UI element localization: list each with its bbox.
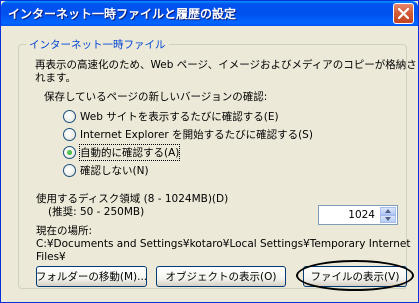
disk-space-recommended: (推奨: 50 - 250MB) xyxy=(48,206,145,218)
radio-button-selected[interactable] xyxy=(63,145,76,159)
radio-button[interactable] xyxy=(63,127,76,141)
spin-buttons xyxy=(380,207,396,223)
current-location-label: 現在の場所: xyxy=(36,225,93,237)
radio-every-start[interactable]: Internet Explorer を開始するたびに確認する(S) xyxy=(63,127,313,141)
radio-every-visit[interactable]: Web サイトを表示するたびに確認する(E) xyxy=(63,109,279,123)
spin-up-button[interactable] xyxy=(380,207,396,215)
window-title: インターネット一時ファイルと履歴の設定 xyxy=(8,7,237,21)
current-location-path: C:¥Documents and Settings¥kotaro¥Local S… xyxy=(36,238,411,250)
radio-automatic[interactable]: 自動的に確認する(A) xyxy=(63,143,181,161)
disk-space-value[interactable]: 1024 xyxy=(348,209,375,221)
check-new-version-label: 保存しているページの新しいバージョンの確認: xyxy=(44,91,268,103)
group-legend: インターネット一時ファイル xyxy=(26,37,169,52)
radio-label: 自動的に確認する(A) xyxy=(78,143,181,161)
disk-space-stepper[interactable]: 1024 xyxy=(318,205,398,225)
title-bar[interactable]: インターネット一時ファイルと履歴の設定 xyxy=(1,1,418,26)
spin-down-button[interactable] xyxy=(380,215,396,223)
radio-label: Web サイトを表示するたびに確認する(E) xyxy=(80,110,279,123)
close-icon xyxy=(398,8,409,19)
close-button[interactable] xyxy=(393,3,414,24)
radio-button[interactable] xyxy=(63,109,76,123)
move-folder-button[interactable]: フォルダーの移動(M)... xyxy=(36,266,147,287)
radio-label: 確認しない(N) xyxy=(80,164,149,177)
view-files-button[interactable]: ファイルの表示(V) xyxy=(303,266,407,287)
current-location-path-cont: Files¥ xyxy=(36,251,66,263)
radio-never[interactable]: 確認しない(N) xyxy=(63,163,149,177)
description-line-2: れます。 xyxy=(35,72,76,84)
radio-button[interactable] xyxy=(63,163,76,177)
view-objects-button[interactable]: オブジェクトの表示(O) xyxy=(156,266,286,287)
description-line-1: 再表示の高速化のため、Web ページ、イメージおよびメディアのコピーが格納さ xyxy=(35,59,417,71)
radio-label: Internet Explorer を開始するたびに確認する(S) xyxy=(80,128,313,141)
